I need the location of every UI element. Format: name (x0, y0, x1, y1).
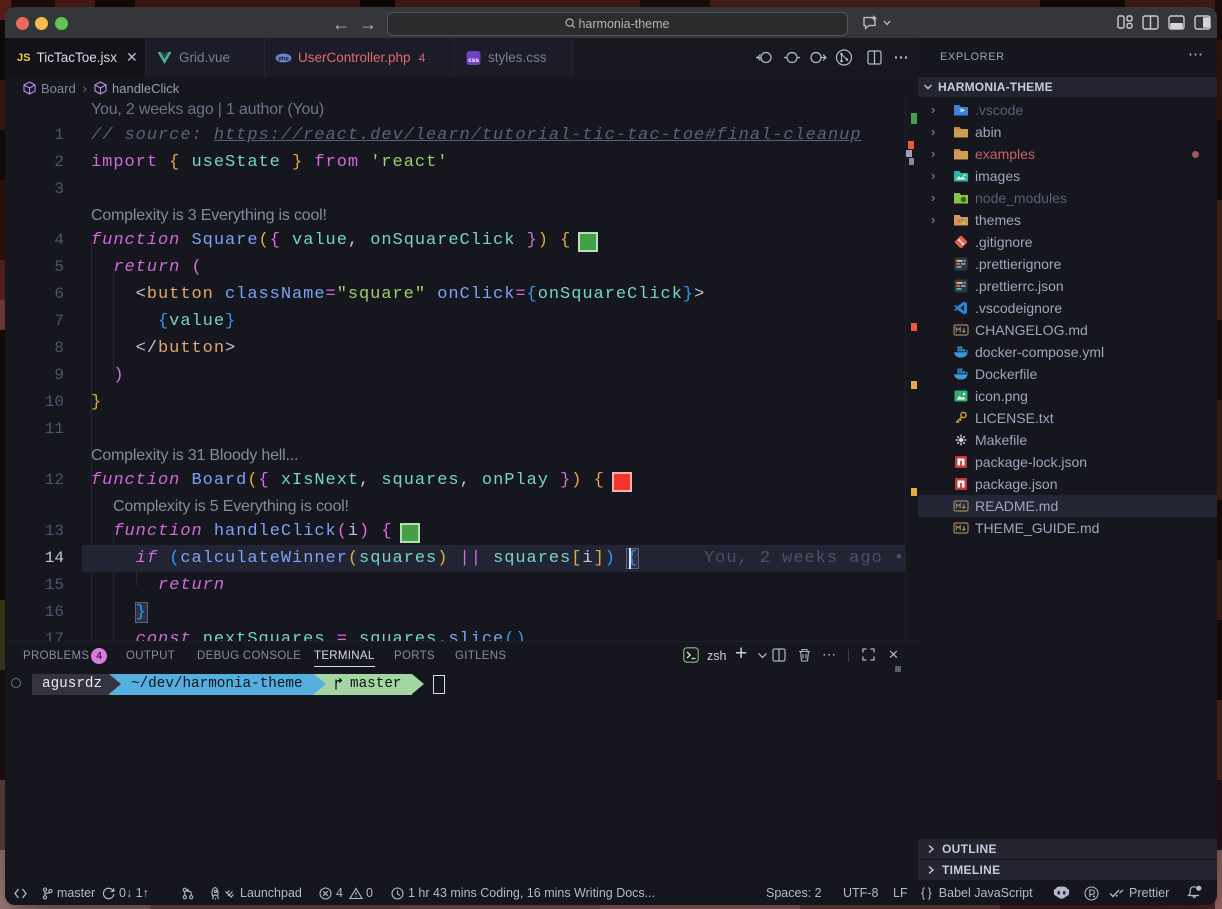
svg-text:css: css (468, 57, 479, 64)
svg-text:php: php (278, 56, 289, 62)
